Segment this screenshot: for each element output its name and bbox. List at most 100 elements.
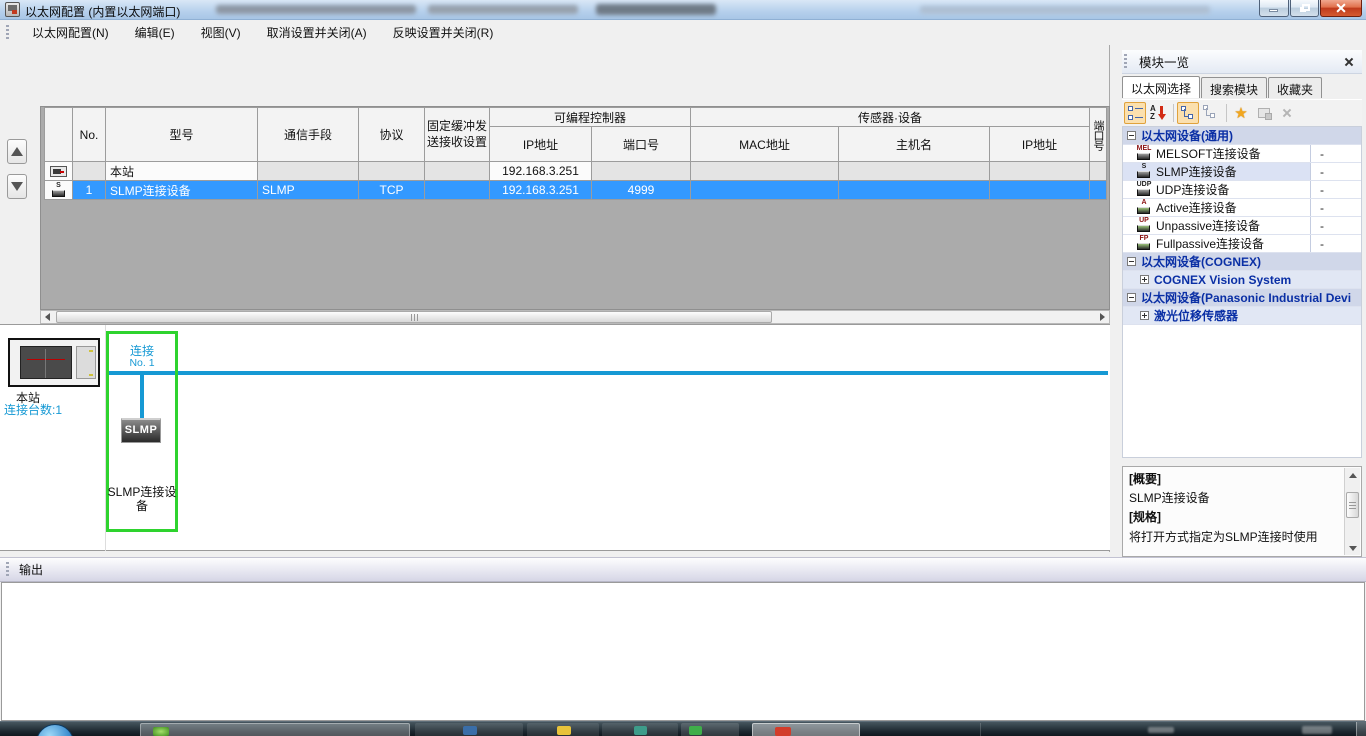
clock-area[interactable] [1302, 726, 1332, 734]
detail-summary-tag: [概要] [1129, 470, 1341, 489]
redacted-file-path [428, 5, 578, 14]
scroll-down-arrow[interactable] [1345, 541, 1360, 555]
column-group-plc: 可编程控制器 [490, 108, 691, 127]
tree-subgroup-laser-displacement[interactable]: 激光位移传感器 [1123, 307, 1361, 325]
table-horizontal-scrollbar[interactable] [40, 310, 1110, 324]
module-panel-title: 模块一览 [1139, 52, 1189, 71]
collapse-icon[interactable] [1127, 131, 1136, 140]
detail-spec-tag: [规格] [1129, 508, 1341, 527]
display-outline-icon[interactable] [1124, 102, 1146, 124]
detail-vertical-scrollbar[interactable] [1344, 468, 1360, 555]
redacted-title-text [920, 6, 1210, 14]
minimize-button[interactable] [1259, 0, 1289, 17]
module-tree: 以太网设备(通用) MEL MELSOFT连接设备 - S SLMP连接设备 -… [1122, 126, 1362, 458]
panel-grip [6, 562, 9, 578]
column-header-mac: MAC地址 [691, 127, 839, 162]
active-device-icon: A [1136, 200, 1152, 215]
detail-spec-text: 将打开方式指定为SLMP连接时使用 [1129, 528, 1341, 547]
menu-edit[interactable]: 编辑(E) [122, 21, 188, 44]
taskbar-window-button[interactable] [415, 723, 523, 736]
expand-icon[interactable] [1140, 311, 1149, 320]
system-tray-icons[interactable] [1148, 727, 1174, 733]
collapse-tree-icon[interactable] [1177, 102, 1199, 124]
close-button[interactable] [1320, 0, 1362, 17]
slmp-device-node[interactable]: SLMP [121, 418, 161, 443]
taskbar-window-button[interactable] [140, 723, 410, 736]
output-panel-header: 输出 [0, 557, 1366, 582]
toolbar-separator [1226, 104, 1227, 122]
tab-search-module[interactable]: 搜索模块 [1201, 77, 1267, 98]
tree-item-melsoft[interactable]: MEL MELSOFT连接设备 - [1123, 145, 1361, 163]
title-bar: 以太网配置 (内置以太网端口) [0, 0, 1366, 20]
restore-button[interactable] [1290, 0, 1319, 17]
table-row-host-station[interactable]: 本站 192.168.3.251 [45, 162, 1107, 181]
module-panel-tabs: 以太网选择 搜索模块 收藏夹 [1122, 76, 1362, 98]
column-header-sensor-ip: IP地址 [990, 127, 1090, 162]
column-header-fixed-buffer: 固定缓冲发送接收设置 [425, 108, 490, 162]
app-icon [634, 726, 647, 735]
host-station-module-image[interactable] [8, 338, 100, 387]
taskbar-active-window-button[interactable] [752, 723, 860, 736]
expand-tree-icon[interactable] [1200, 102, 1222, 124]
tree-item-unpassive[interactable]: UP Unpassive连接设备 - [1123, 217, 1361, 235]
column-header-plc-port: 端口号 [592, 127, 691, 162]
tree-subgroup-cognex-vision[interactable]: COGNEX Vision System [1123, 271, 1361, 289]
app-icon [775, 727, 791, 736]
panel-close-icon[interactable] [1342, 55, 1356, 69]
taskbar-window-button[interactable] [681, 723, 739, 736]
table-row-slmp-device-selected[interactable]: S 1 SLMP连接设备 SLMP TCP 192.168.3.251 4999 [45, 181, 1107, 200]
menu-view[interactable]: 视图(V) [188, 21, 254, 44]
delete-favorite-icon[interactable] [1276, 102, 1298, 124]
redacted-file-path [596, 4, 716, 15]
taskbar-window-button[interactable] [527, 723, 599, 736]
move-row-up-button[interactable] [7, 139, 27, 164]
output-panel-title: 输出 [19, 561, 43, 578]
tree-item-fullpassive[interactable]: FP Fullpassive连接设备 - [1123, 235, 1361, 253]
scroll-right-arrow[interactable] [1096, 311, 1109, 323]
slmp-device-icon: S [1136, 164, 1152, 179]
start-button[interactable] [36, 724, 74, 736]
scroll-left-arrow[interactable] [41, 311, 54, 323]
fullpassive-device-icon: FP [1136, 236, 1152, 251]
move-row-down-button[interactable] [7, 174, 27, 199]
tree-group-cognex[interactable]: 以太网设备(COGNEX) [1123, 253, 1361, 271]
tree-item-udp[interactable]: UDP UDP连接设备 - [1123, 181, 1361, 199]
expand-icon[interactable] [1140, 275, 1149, 284]
detail-summary-text: SLMP连接设备 [1129, 489, 1341, 508]
ethernet-network-line [109, 371, 1108, 375]
favorites-star-icon[interactable]: ★ [1230, 102, 1252, 124]
scrollbar-thumb[interactable] [56, 311, 772, 323]
network-diagram-pane: 本站 连接台数:1 连接 No. 1 SLMP SLMP连接设备 [0, 324, 1110, 551]
menu-apply-and-close[interactable]: 反映设置并关闭(R) [380, 21, 507, 44]
tree-group-ethernet-general[interactable]: 以太网设备(通用) [1123, 127, 1361, 145]
add-favorite-icon[interactable] [1253, 102, 1275, 124]
tab-ethernet-selection[interactable]: 以太网选择 [1122, 76, 1200, 98]
window-title: 以太网配置 (内置以太网端口) [25, 3, 180, 20]
panel-grip [1124, 54, 1127, 70]
toolbar-separator [1173, 104, 1174, 122]
scrollbar-thumb[interactable] [1346, 492, 1359, 518]
device-table-pane: No. 型号 通信手段 协议 固定缓冲发送接收设置 可编程控制器 传感器·设备 … [40, 106, 1110, 310]
scroll-up-arrow[interactable] [1345, 468, 1360, 482]
taskbar-separator [980, 723, 981, 736]
tree-group-panasonic[interactable]: 以太网设备(Panasonic Industrial Devi [1123, 289, 1361, 307]
windows-taskbar [0, 721, 1366, 736]
collapse-icon[interactable] [1127, 293, 1136, 302]
app-icon [153, 727, 169, 736]
collapse-icon[interactable] [1127, 257, 1136, 266]
taskbar-window-button[interactable] [602, 723, 678, 736]
toolbar-grip [6, 25, 9, 41]
app-icon [689, 726, 702, 735]
app-icon [557, 726, 571, 735]
tab-favorites[interactable]: 收藏夹 [1268, 77, 1322, 98]
melsoft-device-icon: MEL [1136, 146, 1152, 161]
tree-item-slmp-selected[interactable]: S SLMP连接设备 - [1123, 163, 1361, 181]
sort-alphabetical-icon[interactable]: AZ [1147, 102, 1169, 124]
tree-item-active[interactable]: A Active连接设备 - [1123, 199, 1361, 217]
menu-ethernet-config[interactable]: 以太网配置(N) [19, 21, 122, 44]
menu-cancel-and-close[interactable]: 取消设置并关闭(A) [254, 21, 380, 44]
output-panel-body[interactable] [1, 582, 1365, 721]
show-desktop-button[interactable] [1356, 722, 1366, 736]
connected-count-label: 连接台数:1 [4, 401, 62, 418]
column-header-no: No. [73, 108, 106, 162]
